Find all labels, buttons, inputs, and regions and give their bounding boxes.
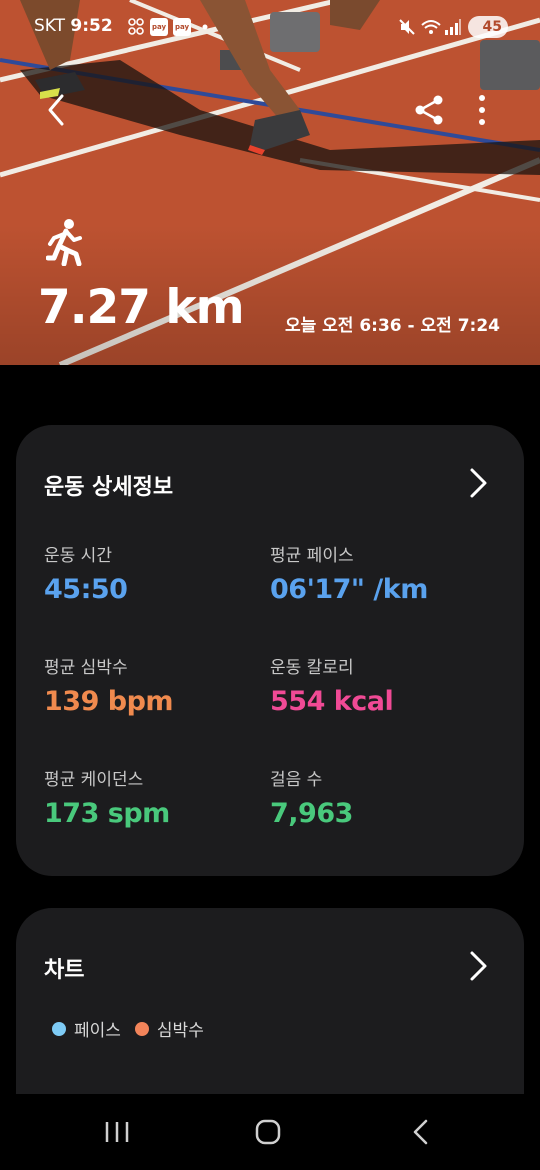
legend-pace-label: 페이스 (74, 1021, 121, 1041)
app-notification-icon (128, 17, 144, 37)
details-chevron-button[interactable] (468, 467, 490, 499)
back-chevron-icon (413, 1119, 428, 1145)
home-button[interactable] (248, 1118, 288, 1146)
chevron-left-icon (48, 94, 64, 126)
carrier-label: SKT (34, 16, 66, 36)
metric-value: 45:50 (44, 574, 128, 605)
metric-value: 173 spm (44, 798, 170, 829)
metric-value: 7,963 (270, 798, 353, 829)
recent-apps-icon (105, 1122, 129, 1142)
pay-icon: pay (150, 18, 168, 36)
legend-heart-rate-label: 심박수 (156, 1021, 204, 1041)
recent-apps-button[interactable] (98, 1118, 138, 1146)
metric-avg-heart-rate: 평균 심박수 139 bpm (44, 653, 174, 717)
metric-label: 운동 시간 (44, 546, 112, 566)
system-navigation-bar (0, 1094, 540, 1170)
chevron-right-icon (470, 951, 487, 981)
metric-value: 139 bpm (44, 686, 174, 717)
chevron-right-icon (470, 468, 487, 498)
metric-steps: 걸음 수 7,963 (270, 765, 353, 829)
workout-details-card[interactable]: 운동 상세정보 운동 시간 45:50 평균 페이스 06'17" /km 평균… (16, 425, 524, 876)
details-title: 운동 상세정보 (44, 475, 174, 500)
home-icon (255, 1119, 281, 1145)
more-vertical-icon (479, 95, 485, 125)
metric-value: 554 kcal (270, 686, 394, 717)
metric-label: 평균 심박수 (44, 658, 128, 678)
chart-chevron-button[interactable] (468, 950, 490, 982)
clock-time: 9:52 (70, 16, 113, 36)
status-carrier-time: SKT 9:52 (34, 16, 113, 36)
share-icon (415, 95, 443, 125)
workout-time-range: 오늘 오전 6:36 - 오전 7:24 (284, 316, 500, 336)
metric-label: 걸음 수 (270, 770, 323, 790)
distance-value: 7.27 km (38, 280, 245, 335)
heart-rate-legend-dot (134, 1021, 149, 1036)
metric-value: 06'17" /km (270, 574, 428, 605)
chart-title: 차트 (44, 958, 85, 983)
metric-avg-cadence: 평균 케이던스 173 spm (44, 765, 170, 829)
metric-label: 운동 칼로리 (270, 658, 354, 678)
battery-indicator: 45 (468, 16, 508, 38)
share-button[interactable] (412, 92, 448, 128)
pace-legend-dot (52, 1021, 66, 1036)
signal-icon (444, 17, 462, 37)
status-bar: SKT 9:52 pay pay 45 (0, 0, 540, 56)
dot-icon (202, 17, 208, 37)
metric-label: 평균 케이던스 (44, 770, 144, 790)
metric-workout-time: 운동 시간 45:50 (44, 541, 128, 605)
mute-icon (398, 17, 416, 37)
back-button[interactable] (38, 92, 74, 128)
metric-avg-pace: 평균 페이스 06'17" /km (270, 541, 428, 605)
pay-icon-2: pay (173, 18, 191, 36)
system-back-button[interactable] (400, 1118, 440, 1146)
running-icon (46, 219, 82, 266)
wifi-icon (420, 17, 442, 37)
metric-label: 평균 페이스 (270, 546, 354, 566)
hero-banner: SKT 9:52 pay pay 45 7.27 km 오늘 오전 6:36 -… (0, 0, 540, 365)
chart-legend: 페이스 심박수 (52, 1016, 204, 1041)
more-options-button[interactable] (464, 92, 500, 128)
metric-calories: 운동 칼로리 554 kcal (270, 653, 394, 717)
chart-card[interactable]: 차트 페이스 심박수 (16, 908, 524, 1108)
